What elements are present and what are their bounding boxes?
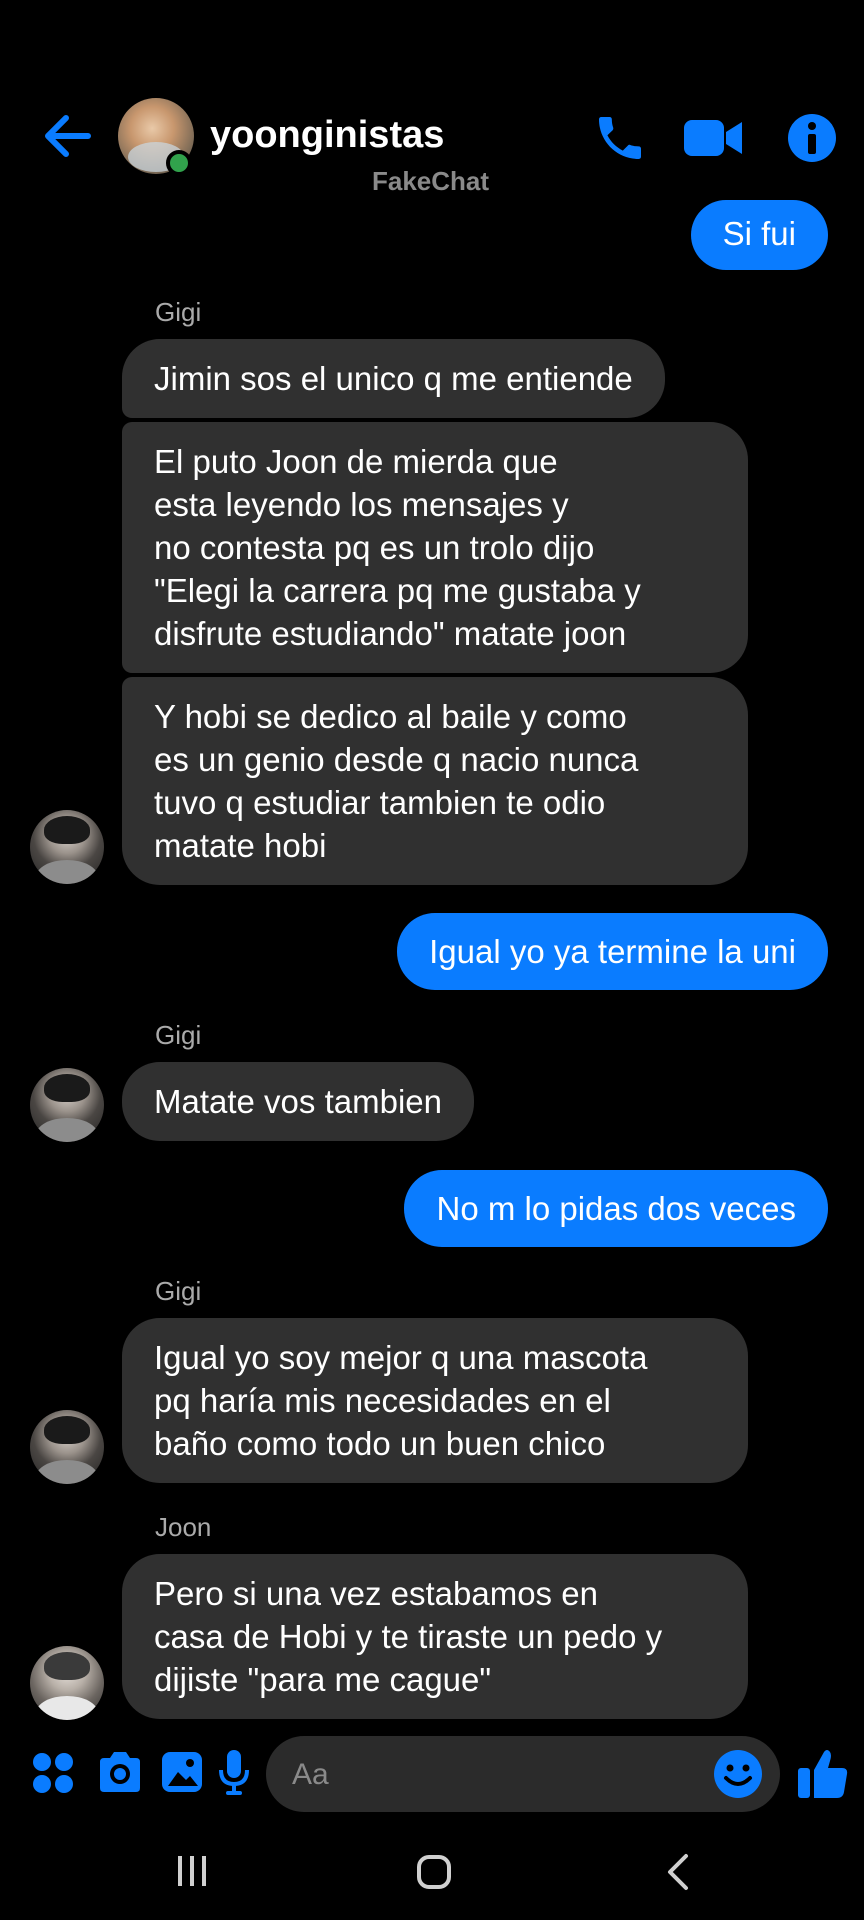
emoji-icon[interactable] [712, 1748, 764, 1800]
chat-subtitle: FakeChat [372, 166, 490, 196]
chat-title[interactable]: yoonginistas [210, 114, 444, 157]
message-bubble-outgoing[interactable]: No m lo pidas dos veces [404, 1170, 828, 1247]
photo-icon[interactable] [160, 1750, 204, 1794]
sender-name: Gigi [155, 1276, 202, 1306]
info-icon[interactable] [784, 110, 840, 166]
message-bubble-incoming[interactable]: El puto Joon de mierda que esta leyendo … [122, 422, 748, 673]
sender-avatar[interactable] [30, 1410, 104, 1484]
sender-avatar[interactable] [30, 810, 104, 884]
microphone-icon[interactable] [218, 1748, 250, 1796]
back-arrow-icon[interactable] [38, 108, 94, 164]
message-bubble-outgoing[interactable]: Igual yo ya termine la uni [397, 913, 828, 990]
apps-icon[interactable] [32, 1752, 74, 1794]
message-bubble-incoming[interactable]: Igual yo soy mejor q una mascota pq harí… [122, 1318, 748, 1483]
recent-apps-icon[interactable] [174, 1854, 210, 1888]
message-input[interactable] [266, 1736, 780, 1812]
message-bubble-incoming[interactable]: Y hobi se dedico al baile y como es un g… [122, 677, 748, 885]
camera-icon[interactable] [96, 1750, 144, 1794]
sender-avatar[interactable] [30, 1068, 104, 1142]
phone-icon[interactable] [592, 110, 648, 166]
message-bubble-incoming[interactable]: Jimin sos el unico q me entiende [122, 339, 665, 418]
sender-name: Joon [155, 1512, 212, 1542]
back-icon[interactable] [664, 1852, 690, 1892]
thumbs-up-icon[interactable] [796, 1746, 850, 1800]
sender-name: Gigi [155, 297, 202, 327]
home-icon[interactable] [416, 1854, 452, 1890]
sender-name: Gigi [155, 1020, 202, 1050]
sender-avatar[interactable] [30, 1646, 104, 1720]
message-input-placeholder[interactable]: Aa [292, 1758, 329, 1792]
video-camera-icon[interactable] [682, 114, 744, 162]
message-bubble-incoming[interactable]: Pero si una vez estabamos en casa de Hob… [122, 1554, 748, 1719]
message-bubble-incoming[interactable]: Matate vos tambien [122, 1062, 474, 1141]
online-status-indicator [166, 150, 192, 176]
message-bubble-outgoing[interactable]: Si fui [690, 200, 828, 270]
